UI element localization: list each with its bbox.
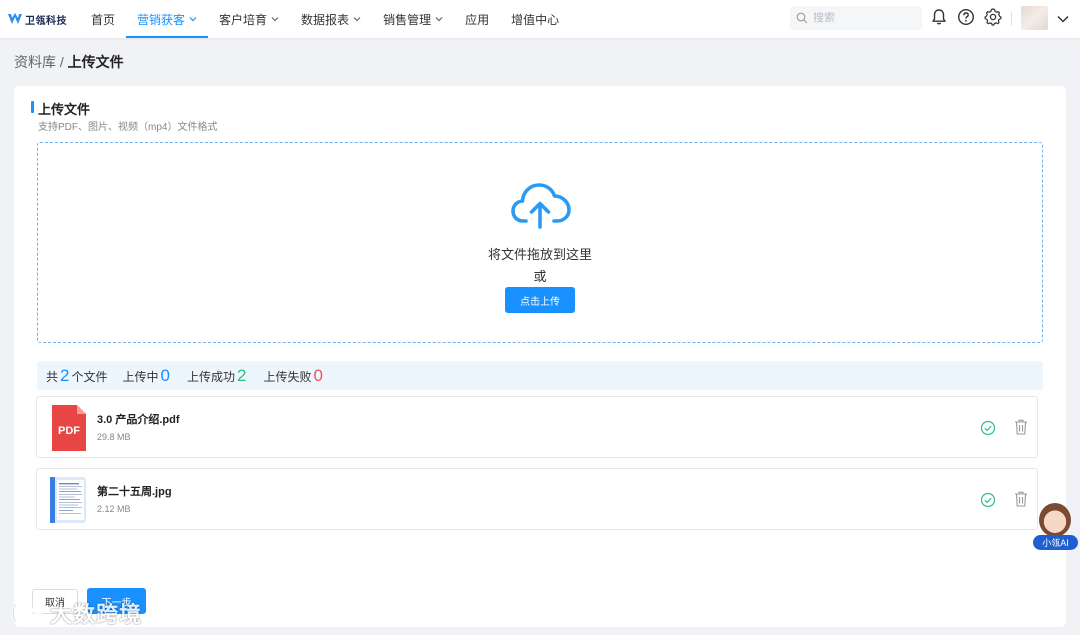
stat-success: 上传成功 2 <box>187 367 248 385</box>
file-list-item: PDF 3.0 产品介绍.pdf 29.8 MB <box>36 396 1038 458</box>
nav-item-reports[interactable]: 数据报表 <box>290 0 372 38</box>
nav-label: 营销获客 <box>137 12 186 27</box>
stat-label: 上传失败 <box>263 369 312 384</box>
check-circle-icon <box>980 420 996 436</box>
nav-label: 数据报表 <box>301 12 350 27</box>
watermark-logo-icon <box>11 602 45 624</box>
brand-logo-icon <box>8 13 22 24</box>
assistant-label: 小瓴AI <box>1033 535 1078 550</box>
nav-label: 首页 <box>91 12 116 27</box>
upload-button[interactable]: 点击上传 <box>505 287 575 313</box>
file-name: 第二十五周.jpg <box>97 486 172 498</box>
brand-name: 卫瓴科技 <box>25 15 67 27</box>
stat-failed: 上传失败 0 <box>263 367 324 385</box>
pdf-icon-label: PDF <box>58 425 80 437</box>
pdf-file-icon: PDF <box>52 405 86 451</box>
nav-item-apps[interactable]: 应用 <box>454 0 500 38</box>
upload-stats-bar: 共 2 个文件 上传中 0 上传成功 2 上传失败 0 <box>37 361 1043 390</box>
nav-label: 客户培育 <box>219 12 268 27</box>
nav-label: 应用 <box>465 12 490 27</box>
nav-item-marketing[interactable]: 营销获客 <box>126 0 209 38</box>
breadcrumb-parent[interactable]: 资料库 <box>14 54 56 70</box>
chevron-down-icon <box>353 17 361 22</box>
stat-uploading-count: 0 <box>160 365 170 385</box>
cloud-upload-icon <box>511 183 571 229</box>
assistant-avatar <box>1039 503 1071 537</box>
file-dropzone[interactable]: 将文件拖放到这里 或 点击上传 <box>37 142 1043 343</box>
chevron-down-icon[interactable] <box>1056 12 1070 26</box>
stat-success-count: 2 <box>237 365 247 385</box>
search-input[interactable] <box>813 12 913 24</box>
stat-failed-count: 0 <box>313 365 323 385</box>
nav-label: 增值中心 <box>511 12 560 27</box>
watermark-text: 大数跨境 <box>50 602 143 627</box>
brand-logo[interactable]: 卫瓴科技 <box>8 11 67 27</box>
trash-icon[interactable] <box>1014 491 1028 507</box>
stat-label: 共 <box>46 369 59 384</box>
help-icon[interactable] <box>957 8 975 26</box>
stat-label: 个文件 <box>71 369 108 384</box>
ai-assistant-widget[interactable]: 小瓴AI <box>1033 503 1078 551</box>
search-icon <box>796 12 808 24</box>
upload-card: 上传文件 支持PDF、图片、视频（mp4）文件格式 将文件拖放到这里 或 点击上… <box>14 86 1066 627</box>
nav-item-value-center[interactable]: 增值中心 <box>500 0 570 38</box>
stat-uploading: 上传中 0 <box>123 367 172 385</box>
top-navbar: 卫瓴科技 首页 营销获客 客户培育 数据报表 销售管理 应用 增值中心 <box>0 0 1080 38</box>
image-file-icon <box>50 477 86 523</box>
watermark: 大数跨境 <box>8 597 142 629</box>
search-box <box>790 6 922 30</box>
file-name: 3.0 产品介绍.pdf <box>97 414 180 426</box>
check-circle-icon <box>980 492 996 508</box>
stat-total: 共 2 个文件 <box>46 367 108 385</box>
breadcrumb-separator: / <box>56 54 68 70</box>
stat-label: 上传中 <box>122 369 159 384</box>
chevron-down-icon <box>189 17 197 22</box>
nav-label: 销售管理 <box>383 12 432 27</box>
chevron-down-icon <box>271 17 279 22</box>
stat-total-count: 2 <box>60 365 70 385</box>
divider <box>1011 12 1012 26</box>
trash-icon[interactable] <box>1014 419 1028 435</box>
main-nav: 首页 营销获客 客户培育 数据报表 销售管理 应用 增值中心 <box>80 0 570 38</box>
stat-label: 上传成功 <box>186 369 235 384</box>
section-title: 上传文件 <box>31 99 90 118</box>
chevron-down-icon <box>435 17 443 22</box>
gear-icon[interactable] <box>984 8 1002 26</box>
nav-item-sales[interactable]: 销售管理 <box>372 0 454 38</box>
file-list-item: 第二十五周.jpg 2.12 MB <box>36 468 1038 530</box>
drop-or: 或 <box>533 269 547 284</box>
section-subtitle: 支持PDF、图片、视频（mp4）文件格式 <box>38 122 218 133</box>
file-size: 29.8 MB <box>97 432 131 442</box>
breadcrumb-current: 上传文件 <box>67 54 124 70</box>
breadcrumb: 资料库 / 上传文件 <box>14 52 124 72</box>
file-size: 2.12 MB <box>97 504 131 514</box>
drop-hint: 将文件拖放到这里 <box>487 247 592 262</box>
bell-icon[interactable] <box>930 8 948 26</box>
nav-item-nurture[interactable]: 客户培育 <box>208 0 290 38</box>
avatar[interactable] <box>1021 6 1048 30</box>
nav-item-home[interactable]: 首页 <box>80 0 126 38</box>
